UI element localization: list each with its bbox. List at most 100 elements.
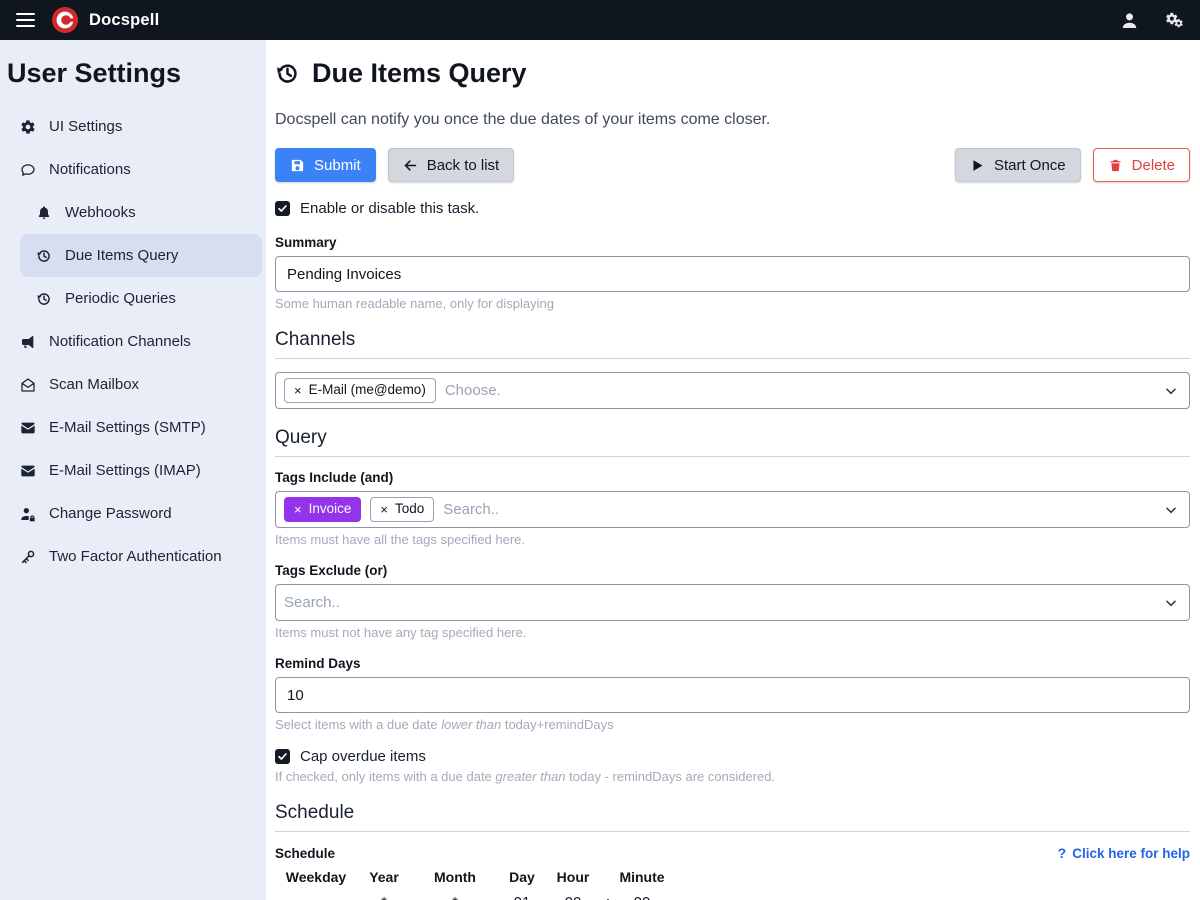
save-icon <box>290 158 305 173</box>
sidebar-item-label: Due Items Query <box>65 247 178 264</box>
cap-overdue-label[interactable]: Cap overdue items <box>300 748 426 765</box>
schedule-col-minute: Minute <box>615 869 669 885</box>
remove-chip-icon[interactable]: × <box>294 384 302 397</box>
sidebar: User Settings UI Settings Notifications … <box>0 40 266 900</box>
remove-chip-icon[interactable]: × <box>380 503 388 516</box>
question-icon: ? <box>1058 845 1067 861</box>
tags-exclude-label: Tags Exclude (or) <box>275 563 1190 578</box>
action-bar-right: Start Once Delete <box>955 148 1190 182</box>
sidebar-item-webhooks[interactable]: Webhooks <box>20 191 262 234</box>
chevron-down-icon[interactable] <box>1164 384 1178 398</box>
channels-select[interactable]: ×E-Mail (me@demo) Choose. <box>275 372 1190 409</box>
day-input[interactable]: 01 <box>499 894 545 900</box>
schedule-col-weekday: Weekday <box>275 869 357 885</box>
sidebar-item-label: Notification Channels <box>49 333 191 350</box>
user-icon[interactable] <box>1120 11 1139 30</box>
cap-overdue-group: Cap overdue items If checked, only items… <box>275 748 1190 784</box>
sidebar-item-scan-mailbox[interactable]: Scan Mailbox <box>0 363 262 406</box>
sidebar-item-label: Periodic Queries <box>65 290 176 307</box>
sidebar-item-notification-channels[interactable]: Notification Channels <box>0 320 262 363</box>
chevron-down-icon[interactable] <box>1164 503 1178 517</box>
sidebar-item-label: Scan Mailbox <box>49 376 139 393</box>
date-separator: – <box>411 894 429 900</box>
app-name[interactable]: Docspell <box>89 11 159 30</box>
sidebar-item-label: UI Settings <box>49 118 122 135</box>
tags-include-select[interactable]: ×Invoice ×Todo Search.. <box>275 491 1190 528</box>
sidebar-item-ui-settings[interactable]: UI Settings <box>0 105 262 148</box>
docspell-logo[interactable] <box>51 6 79 34</box>
schedule-label-row: Schedule ?Click here for help <box>275 845 1190 861</box>
gear-icon <box>20 119 36 135</box>
sidebar-item-email-settings-smtp[interactable]: E-Mail Settings (SMTP) <box>0 406 262 449</box>
sidebar-item-label: Change Password <box>49 505 172 522</box>
sidebar-item-email-settings-imap[interactable]: E-Mail Settings (IMAP) <box>0 449 262 492</box>
minute-input[interactable]: 00 <box>615 894 669 900</box>
tags-exclude-select[interactable]: Search.. <box>275 584 1190 621</box>
delete-button[interactable]: Delete <box>1093 148 1190 182</box>
channels-heading: Channels <box>275 329 1190 359</box>
remind-days-group: Remind Days Select items with a due date… <box>275 656 1190 732</box>
tags-include-help: Items must have all the tags specified h… <box>275 532 1190 547</box>
hour-input[interactable]: 00 <box>545 894 601 900</box>
summary-input[interactable] <box>275 256 1190 292</box>
tag-chip-todo[interactable]: ×Todo <box>370 497 434 522</box>
schedule-col-day: Day <box>499 869 545 885</box>
play-icon <box>970 158 985 173</box>
sidebar-item-two-factor-authentication[interactable]: Two Factor Authentication <box>0 535 262 578</box>
schedule-heading: Schedule <box>275 802 1190 832</box>
enable-task-checkbox[interactable] <box>275 201 290 216</box>
trash-icon <box>1108 158 1123 173</box>
history-icon <box>275 61 300 86</box>
envelope-icon <box>20 463 36 479</box>
schedule-help-link[interactable]: ?Click here for help <box>1058 845 1190 861</box>
remind-days-input[interactable] <box>275 677 1190 713</box>
history-icon <box>36 291 52 307</box>
start-once-button[interactable]: Start Once <box>955 148 1081 182</box>
summary-help: Some human readable name, only for displ… <box>275 296 1190 311</box>
channel-chip-email[interactable]: ×E-Mail (me@demo) <box>284 378 436 403</box>
schedule-col-month: Month <box>429 869 481 885</box>
cap-overdue-checkbox[interactable] <box>275 749 290 764</box>
sidebar-item-label: E-Mail Settings (IMAP) <box>49 462 201 479</box>
layout: User Settings UI Settings Notifications … <box>0 40 1200 900</box>
menu-icon[interactable] <box>16 13 35 28</box>
sidebar-item-label: E-Mail Settings (SMTP) <box>49 419 206 436</box>
summary-label: Summary <box>275 235 1190 250</box>
chevron-down-icon[interactable] <box>1164 596 1178 610</box>
remove-chip-icon[interactable]: × <box>294 503 302 516</box>
channels-placeholder: Choose. <box>445 382 501 399</box>
year-input[interactable]: * <box>357 894 411 900</box>
key-icon <box>20 549 36 565</box>
submit-button[interactable]: Submit <box>275 148 376 182</box>
schedule-col-hour: Hour <box>545 869 601 885</box>
sidebar-item-label: Notifications <box>49 161 131 178</box>
remind-days-label: Remind Days <box>275 656 1190 671</box>
enable-task-row: Enable or disable this task. <box>275 200 1190 217</box>
tags-include-label: Tags Include (and) <box>275 470 1190 485</box>
sidebar-item-due-items-query[interactable]: Due Items Query <box>20 234 262 277</box>
sidebar-item-notifications[interactable]: Notifications <box>0 148 262 191</box>
remind-days-help: Select items with a due date lower than … <box>275 717 1190 732</box>
sidebar-item-label: Webhooks <box>65 204 136 221</box>
schedule-label: Schedule <box>275 846 335 861</box>
topbar: Docspell <box>0 0 1200 40</box>
back-to-list-button[interactable]: Back to list <box>388 148 515 182</box>
tag-chip-invoice[interactable]: ×Invoice <box>284 497 361 522</box>
tags-exclude-help: Items must not have any tag specified he… <box>275 625 1190 640</box>
tags-exclude-group: Tags Exclude (or) Search.. Items must no… <box>275 563 1190 640</box>
month-input[interactable]: * <box>429 894 481 900</box>
enable-task-label[interactable]: Enable or disable this task. <box>300 200 479 217</box>
sidebar-item-change-password[interactable]: Change Password <box>0 492 262 535</box>
envelope-open-icon <box>20 377 36 393</box>
bullhorn-icon <box>20 334 36 350</box>
summary-group: Summary Some human readable name, only f… <box>275 235 1190 311</box>
date-separator: – <box>481 894 499 900</box>
cogs-icon[interactable] <box>1165 11 1184 30</box>
tags-include-group: Tags Include (and) ×Invoice ×Todo Search… <box>275 470 1190 547</box>
sidebar-item-label: Two Factor Authentication <box>49 548 222 565</box>
envelope-icon <box>20 420 36 436</box>
page-intro: Docspell can notify you once the due dat… <box>275 110 1190 130</box>
schedule-table: Weekday Year Month Day Hour Minute * – *… <box>275 869 1190 900</box>
page-title: Due Items Query <box>275 54 1190 92</box>
sidebar-item-periodic-queries[interactable]: Periodic Queries <box>20 277 262 320</box>
